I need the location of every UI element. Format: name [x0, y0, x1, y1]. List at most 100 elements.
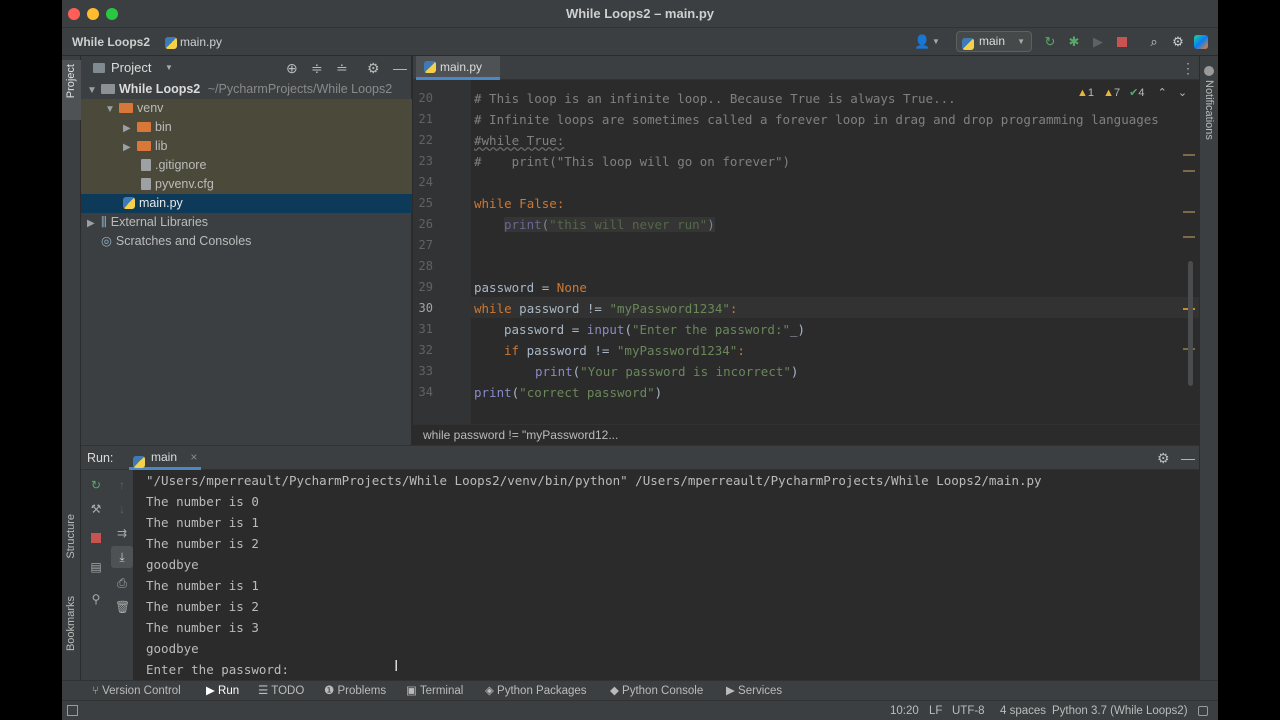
line-number[interactable]: 23 — [413, 151, 433, 172]
tool-python-packages[interactable]: ◈ Python Packages — [485, 681, 587, 701]
tool-terminal[interactable]: ▣ Terminal — [406, 681, 463, 701]
toggle-tool-windows-icon[interactable] — [67, 705, 78, 716]
inspection-widget[interactable]: ▲1 ▲7 ✔4 ⌃ ⌄ — [1077, 86, 1187, 99]
search-icon[interactable]: ⌕ — [1146, 34, 1162, 50]
hide-panel-icon[interactable]: — — [1181, 446, 1195, 470]
error-stripe-mark[interactable] — [1183, 236, 1195, 238]
close-icon[interactable]: × — [190, 450, 197, 464]
code-line-34[interactable]: print("correct password") — [474, 382, 662, 403]
code-line-20[interactable]: # This loop is an infinite loop.. Becaus… — [474, 88, 956, 109]
gear-icon[interactable]: ⚙ — [1157, 446, 1170, 470]
caret-position[interactable]: 10:20 — [890, 701, 919, 720]
file-encoding[interactable]: UTF-8 — [952, 701, 985, 720]
tool-problems[interactable]: ❶ Problems — [324, 681, 386, 701]
expand-all-icon[interactable]: ≑ — [311, 56, 323, 80]
close-window-button[interactable] — [68, 8, 80, 20]
error-stripe-mark[interactable] — [1183, 170, 1195, 172]
project-panel-title[interactable]: Project — [111, 56, 151, 80]
code-line-22[interactable]: #while True: — [474, 130, 564, 151]
code-line-23[interactable]: # print("This loop will go on forever") — [474, 151, 790, 172]
more-icon[interactable]: ⋮ — [1181, 60, 1195, 77]
code-line-33[interactable]: print("Your password is incorrect") — [535, 361, 798, 382]
code-line-26[interactable]: print("this will never run") — [504, 214, 715, 235]
coverage-icon[interactable]: ▶ — [1090, 34, 1106, 50]
tree-item-external-libraries[interactable]: ▶ ⫼ External Libraries — [81, 213, 412, 232]
line-number[interactable]: 33 — [413, 361, 433, 382]
scroll-to-end-button[interactable]: ⤓ — [111, 546, 133, 568]
notifications-stripe-button[interactable]: Notifications — [1203, 80, 1215, 140]
print-icon[interactable]: ⎙ — [115, 576, 129, 590]
run-tab-main[interactable]: main × — [129, 446, 201, 470]
nav-file-crumb[interactable]: main.py — [180, 28, 222, 56]
line-separator[interactable]: LF — [929, 701, 942, 720]
rerun-icon[interactable]: ↻ — [1042, 34, 1058, 50]
line-number[interactable]: 28 — [413, 256, 433, 277]
line-number[interactable]: 32 — [413, 340, 433, 361]
bookmarks-stripe-button[interactable]: Bookmarks — [65, 596, 77, 651]
hide-panel-icon[interactable]: — — [393, 56, 407, 80]
code-line-29[interactable]: password = None — [474, 277, 587, 298]
code-breadcrumb[interactable]: while password != "myPassword12... — [413, 424, 1199, 445]
line-number[interactable]: 34 — [413, 382, 433, 403]
soft-wrap-icon[interactable]: ⇉ — [115, 526, 129, 540]
tool-run[interactable]: ▶ Run — [206, 681, 239, 701]
tree-item-scratches[interactable]: ◎ Scratches and Consoles — [81, 232, 412, 251]
code-line-32[interactable]: if password != "myPassword1234": — [504, 340, 745, 361]
line-number[interactable]: 26 — [413, 214, 433, 235]
chevron-down-icon[interactable]: ⌄ — [1178, 87, 1187, 99]
chevron-up-icon[interactable]: ⌃ — [1158, 87, 1167, 99]
arrow-up-icon[interactable]: ↑ — [115, 478, 129, 492]
line-number[interactable]: 20 — [413, 88, 433, 109]
tree-item-lib[interactable]: ▶ lib — [81, 137, 412, 156]
branch-selector[interactable]: main ▼ — [956, 31, 1032, 52]
tree-item-venv[interactable]: ▼ venv — [81, 99, 412, 118]
tree-item-main-py[interactable]: main.py — [81, 194, 412, 213]
code-line-21[interactable]: # Infinite loops are sometimes called a … — [474, 109, 1159, 130]
line-number[interactable]: 29 — [413, 277, 433, 298]
gear-icon[interactable]: ⚙ — [1170, 34, 1186, 50]
nav-project-crumb[interactable]: While Loops2 — [72, 28, 150, 56]
locate-icon[interactable]: ⊕ — [286, 56, 298, 80]
project-stripe-button[interactable]: Project — [62, 60, 81, 120]
tree-item-pyvenv[interactable]: pyvenv.cfg — [81, 175, 412, 194]
stop-icon[interactable] — [91, 533, 101, 543]
rerun-icon[interactable]: ↻ — [89, 478, 103, 492]
tool-version-control[interactable]: ⑂ Version Control — [92, 681, 181, 701]
chevron-down-icon[interactable]: ▼ — [165, 56, 173, 80]
line-number[interactable]: 30 — [413, 298, 433, 319]
tree-item-bin[interactable]: ▶ bin — [81, 118, 412, 137]
tree-item-gitignore[interactable]: .gitignore — [81, 156, 412, 175]
pin-icon[interactable]: ⚲ — [89, 592, 103, 606]
chevron-down-icon[interactable]: ▼ — [928, 34, 944, 50]
tool-services[interactable]: ▶ Services — [726, 681, 782, 701]
line-number[interactable]: 22 — [413, 130, 433, 151]
bell-icon[interactable] — [1204, 66, 1214, 76]
debug-icon[interactable]: ✱ — [1066, 34, 1082, 50]
editor-scrollbar[interactable] — [1188, 261, 1193, 386]
indent-setting[interactable]: 4 spaces — [1000, 701, 1046, 720]
code-line-30[interactable]: while password != "myPassword1234": — [474, 298, 737, 319]
tree-item-root[interactable]: ▼ While Loops2 ~/PycharmProjects/While Lo… — [81, 80, 412, 99]
tab-main-py[interactable]: main.py — [416, 56, 500, 80]
code-line-31[interactable]: password = input("Enter the password:"_) — [504, 319, 805, 340]
error-stripe-mark[interactable] — [1183, 154, 1195, 156]
code-line-25[interactable]: while False: — [474, 193, 564, 214]
line-number[interactable]: 27 — [413, 235, 433, 256]
jetbrains-icon[interactable] — [1194, 35, 1208, 49]
structure-stripe-button[interactable]: Structure — [65, 514, 77, 559]
tool-todo[interactable]: ☰ TODO — [258, 681, 304, 701]
line-number[interactable]: 21 — [413, 109, 433, 130]
arrow-down-icon[interactable]: ↓ — [115, 502, 129, 516]
line-number[interactable]: 24 — [413, 172, 433, 193]
trash-icon[interactable]: 🗑 — [115, 600, 130, 614]
gear-icon[interactable]: ⚙ — [367, 56, 380, 80]
layout-icon[interactable]: ▤ — [89, 560, 103, 574]
line-number[interactable]: 25 — [413, 193, 433, 214]
console-input-line[interactable]: Enter the password: — [146, 659, 289, 680]
error-stripe-mark[interactable] — [1183, 211, 1195, 213]
minimize-window-button[interactable] — [87, 8, 99, 20]
python-interpreter[interactable]: Python 3.7 (While Loops2) — [1052, 701, 1188, 720]
collapse-all-icon[interactable]: ≐ — [336, 56, 348, 80]
stop-icon[interactable] — [1117, 37, 1127, 47]
tool-python-console[interactable]: ◆ Python Console — [610, 681, 703, 701]
